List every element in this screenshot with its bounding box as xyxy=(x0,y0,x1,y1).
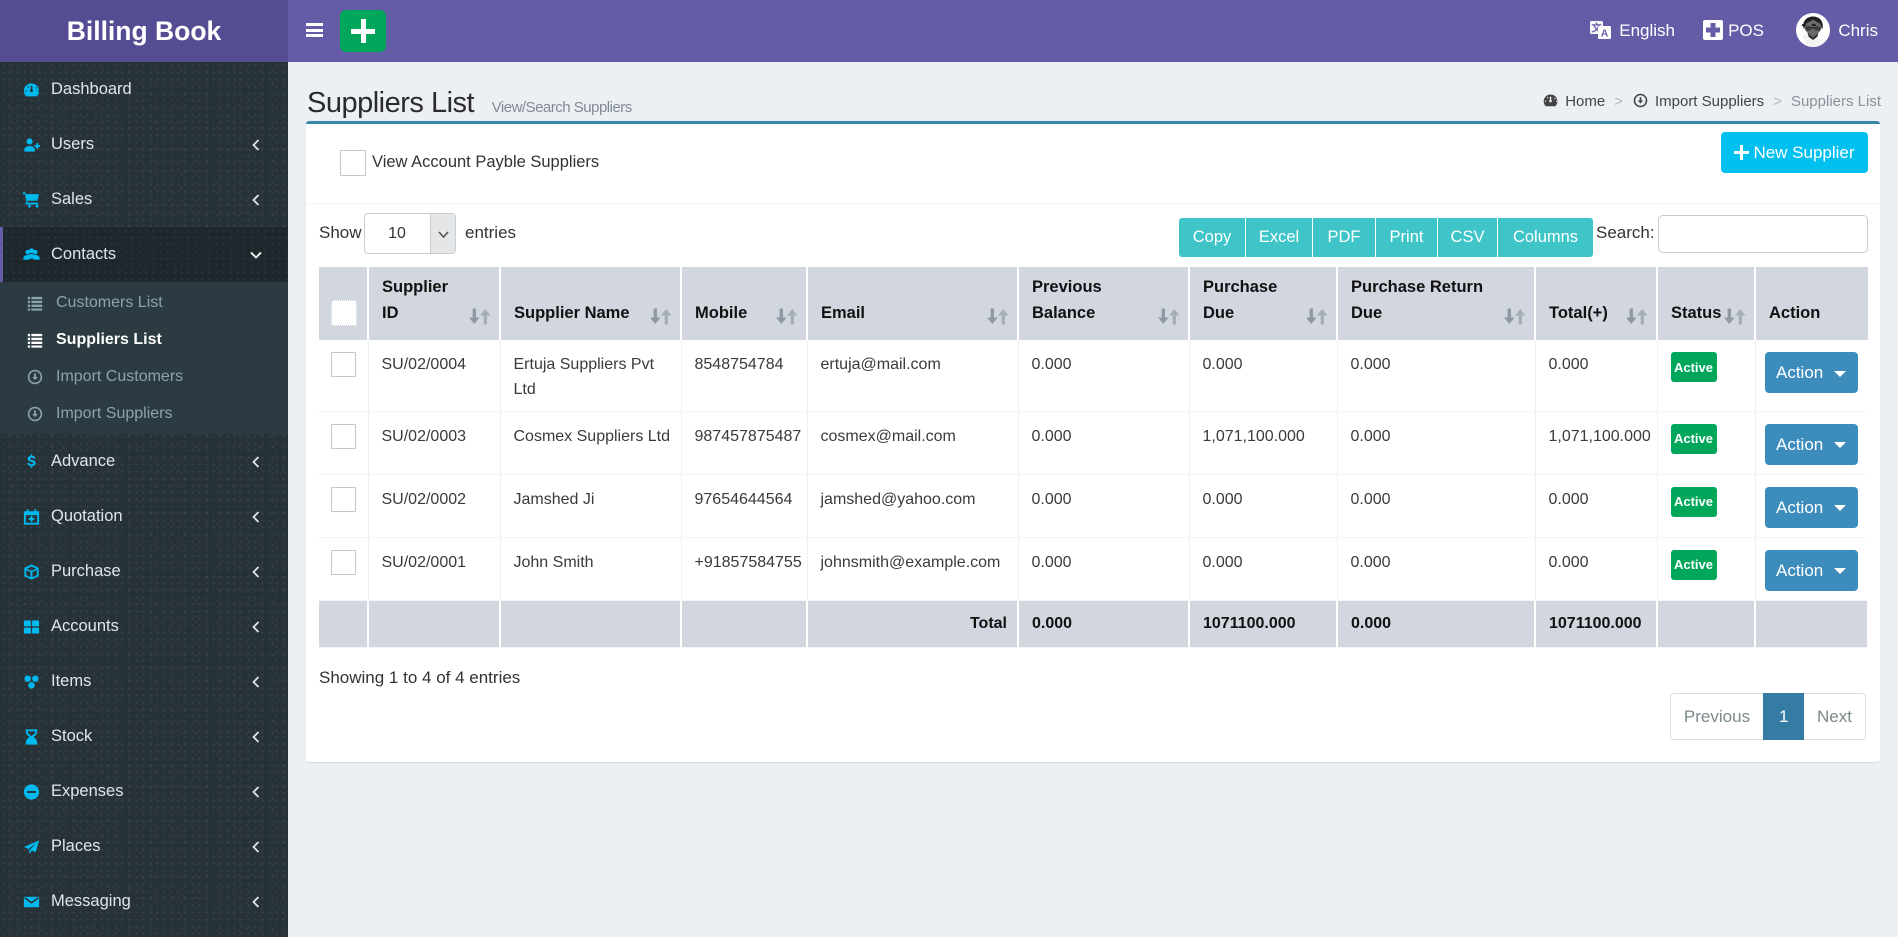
svg-text:A: A xyxy=(1601,28,1609,40)
